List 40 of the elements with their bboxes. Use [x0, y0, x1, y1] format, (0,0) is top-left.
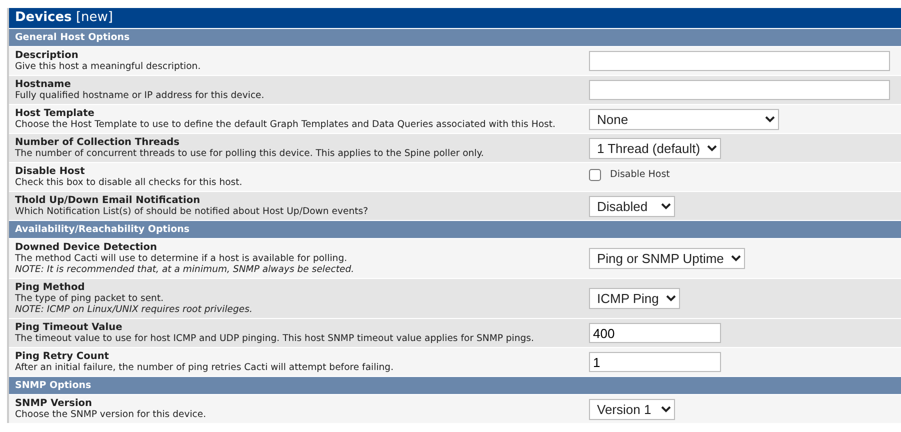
- field-label: SNMP Version: [15, 398, 94, 409]
- field-note: NOTE: ICMP on Linux/UNIX requires root privileges.: [15, 304, 254, 315]
- field-label: Host Template: [15, 108, 96, 119]
- section-header: SNMP Options: [9, 376, 901, 394]
- input-field[interactable]: [589, 80, 890, 100]
- field-label: Thold Up/Down Email Notification: [15, 195, 202, 206]
- field-description: Check this box to disable all checks for this host.: [15, 177, 244, 188]
- input-field[interactable]: [589, 51, 890, 71]
- field-label: Ping Method: [15, 282, 86, 293]
- field-label: Downed Device Detection: [15, 242, 158, 253]
- field-description: The number of concurrent threads to use for polling this device. This applies to the Spine poller only.: [15, 148, 485, 159]
- dropdown[interactable]: Disabled: [589, 196, 675, 216]
- input-field[interactable]: 1: [589, 352, 721, 372]
- field-label: Ping Timeout Value: [15, 322, 124, 333]
- field-description: Give this host a meaningful description.: [15, 61, 202, 72]
- checkbox-label: Disable Host: [610, 168, 670, 182]
- page-header: Devices [new]: [9, 8, 901, 28]
- field-description: The timeout value to use for host ICMP and UDP pinging. This host SNMP timeout value applies for SNMP pings.: [15, 333, 535, 344]
- field-note: NOTE: It is recommended that, at a minimum, SNMP always be selected.: [15, 264, 356, 275]
- section-header: General Host Options: [9, 28, 901, 46]
- checkbox[interactable]: [589, 169, 601, 182]
- dropdown[interactable]: 1 Thread (default): [589, 138, 721, 158]
- field-description: The method Cacti will use to determine if a host is available for polling.: [15, 253, 348, 264]
- field-description: The type of ping packet to sent.: [15, 293, 165, 304]
- dropdown[interactable]: Ping or SNMP Uptime: [589, 248, 745, 269]
- input-field[interactable]: 400: [589, 323, 721, 343]
- field-description: Which Notification List(s) of should be notified about Host Up/Down events?: [15, 206, 370, 217]
- dropdown[interactable]: None: [589, 108, 779, 130]
- section-header: Availability/Reachability Options: [9, 220, 901, 238]
- dropdown[interactable]: ICMP Ping: [589, 288, 680, 309]
- field-label: Disable Host: [15, 166, 86, 177]
- field-description: Fully qualified hostname or IP address for this device.: [15, 90, 266, 101]
- field-label: Description: [15, 50, 80, 61]
- field-label: Ping Retry Count: [15, 351, 110, 362]
- field-label: Number of Collection Threads: [15, 137, 181, 148]
- field-label: Hostname: [15, 79, 72, 90]
- dropdown[interactable]: Version 1: [589, 398, 675, 420]
- field-description: After an initial failure, the number of ping retries Cacti will attempt before failing.: [15, 362, 395, 373]
- field-description: Choose the Host Template to use to define the default Graph Templates and Data Queries associated with this Host.: [15, 119, 556, 130]
- field-description: Choose the SNMP version for this device.: [15, 409, 208, 420]
